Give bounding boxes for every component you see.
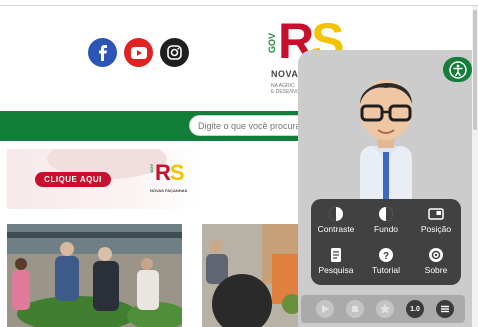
promo-banner[interactable]: CLIQUE AQUI GOV RS NOVAS FAÇANHAS: [7, 149, 205, 209]
stop-icon: [352, 306, 358, 312]
banner-logo-name: NOVAS FAÇANHAS: [150, 188, 188, 193]
news-photo-image: [202, 224, 308, 327]
menu-item-tutorial[interactable]: ? Tutorial: [361, 243, 411, 281]
star-icon: [379, 303, 391, 314]
instagram-icon: [167, 45, 182, 60]
play-icon: [322, 305, 329, 313]
contrast-icon: [329, 207, 343, 221]
menu-item-posicao[interactable]: Posição: [411, 202, 461, 240]
menu-item-contraste[interactable]: Contraste: [311, 202, 361, 240]
help-icon: ?: [379, 248, 393, 262]
menu-button[interactable]: [436, 300, 454, 318]
youtube-icon: [130, 46, 147, 59]
top-divider: [0, 5, 478, 6]
instagram-button[interactable]: [160, 38, 189, 67]
accessibility-toggle-button[interactable]: [443, 57, 472, 82]
menu-icon: [441, 305, 449, 313]
logo-subtitle: NA AGRIC E DESENVO: [271, 83, 301, 95]
facebook-button[interactable]: [88, 38, 117, 67]
search-doc-icon: [331, 248, 341, 262]
play-button[interactable]: [316, 300, 334, 318]
avatar-3d-icon: [360, 80, 412, 220]
speed-button[interactable]: 1.0: [406, 300, 424, 318]
menu-item-pesquisa[interactable]: Pesquisa: [311, 243, 361, 281]
position-icon: [428, 208, 444, 220]
click-here-button[interactable]: CLIQUE AQUI: [35, 172, 111, 187]
svg-text:?: ?: [383, 251, 389, 262]
accessibility-icon: [448, 60, 467, 79]
about-icon: [429, 248, 443, 262]
accessibility-panel: [298, 50, 472, 327]
news-photo-fair[interactable]: [202, 224, 308, 327]
menu-item-fundo[interactable]: Fundo: [361, 202, 411, 240]
scrollbar-thumb[interactable]: [473, 10, 477, 130]
menu-item-sobre[interactable]: Sobre: [411, 243, 461, 281]
favorite-button[interactable]: [376, 300, 394, 318]
background-icon: [379, 207, 393, 221]
stop-button[interactable]: [346, 300, 364, 318]
youtube-button[interactable]: [124, 38, 153, 67]
logo-gov-text: GOV: [267, 33, 277, 54]
news-photo-image: [7, 224, 182, 327]
news-photo-market[interactable]: [7, 224, 182, 327]
facebook-icon: [98, 44, 107, 61]
banner-logo: GOV RS NOVAS FAÇANHAS: [149, 160, 188, 193]
